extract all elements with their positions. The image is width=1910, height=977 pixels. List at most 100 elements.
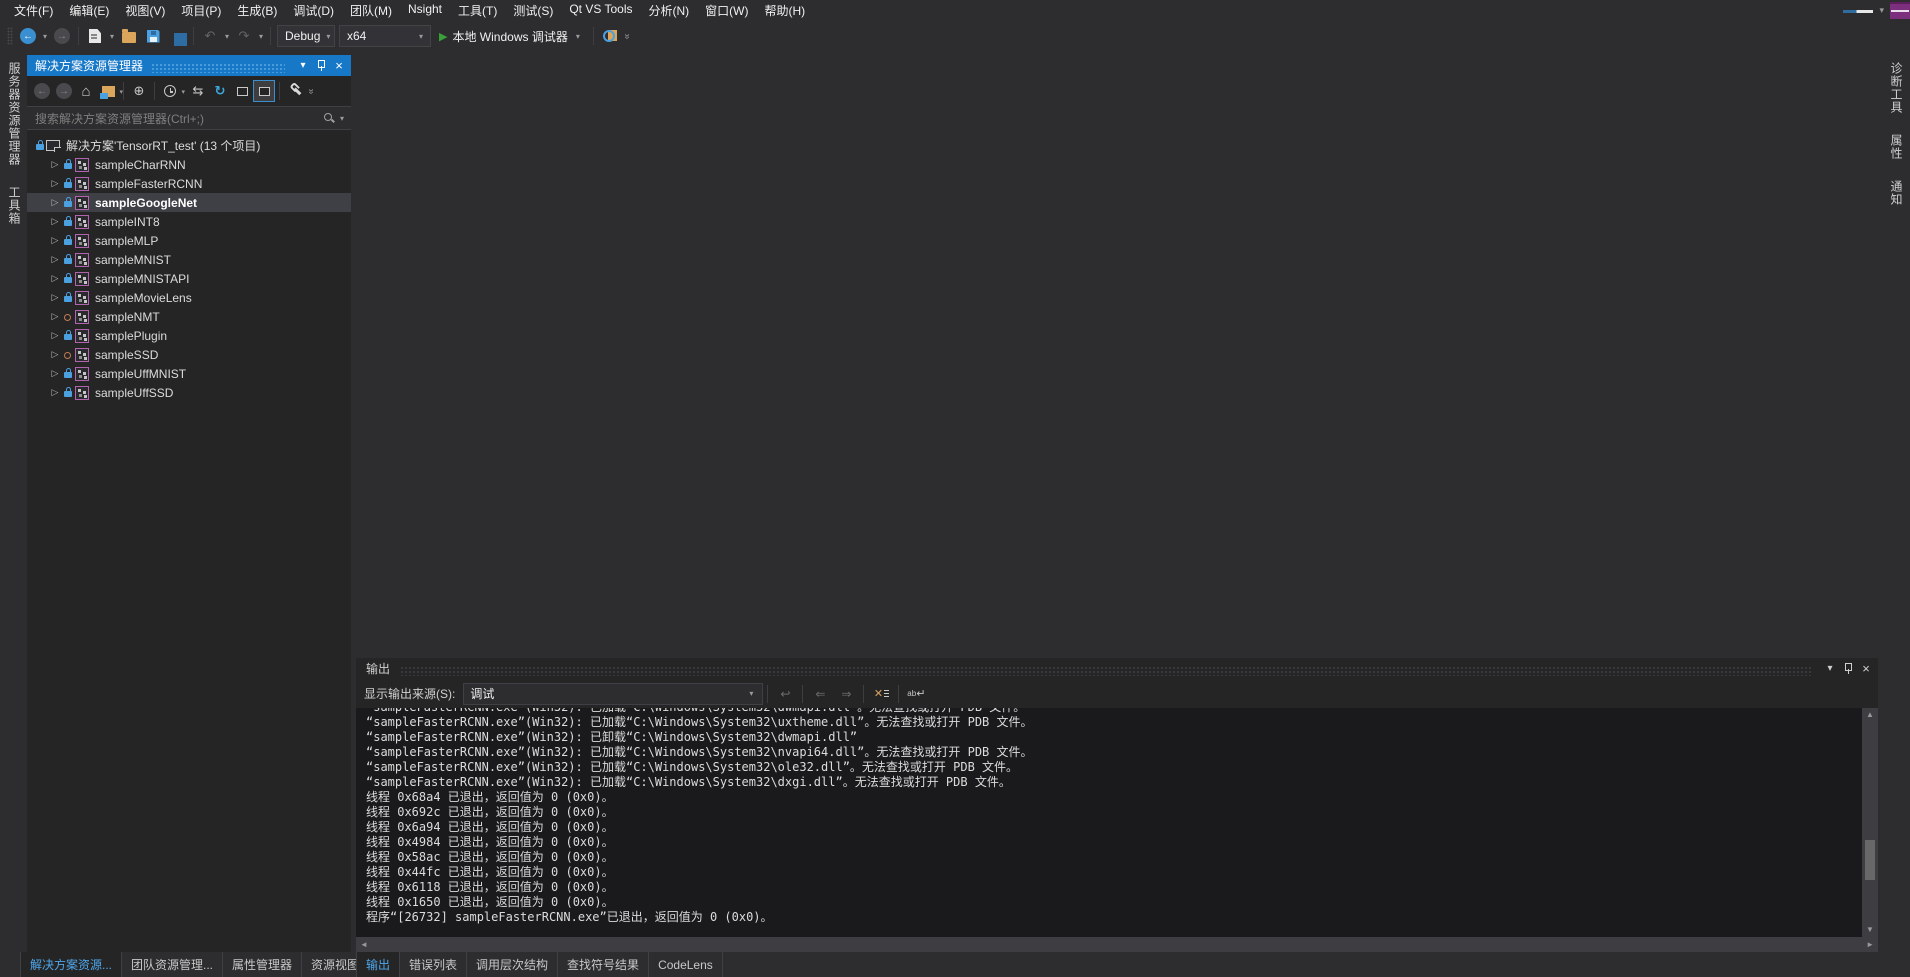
- auto-hide-button[interactable]: [1840, 661, 1856, 677]
- sync-with-active-document-button[interactable]: ⊕: [128, 80, 150, 102]
- window-position-button[interactable]: ▾: [1822, 661, 1838, 677]
- tree-project-row[interactable]: ▷ sampleCharRNN: [27, 155, 351, 174]
- toolbar-overflow-button[interactable]: »: [621, 33, 632, 39]
- expand-arrow-icon[interactable]: ▷: [49, 235, 61, 246]
- close-panel-button[interactable]: ×: [331, 58, 347, 74]
- expand-arrow-icon[interactable]: ▷: [49, 273, 61, 284]
- tree-project-row[interactable]: ▷ sampleSSD: [27, 345, 351, 364]
- menu-item[interactable]: 团队(M): [342, 0, 400, 21]
- open-file-button[interactable]: [118, 24, 140, 48]
- chevron-down-icon[interactable]: ▾: [1877, 5, 1886, 16]
- attach-to-process-button[interactable]: [599, 24, 621, 48]
- drag-handle[interactable]: [400, 666, 1812, 676]
- tree-project-row[interactable]: ▷ sampleMovieLens: [27, 288, 351, 307]
- panel-tab[interactable]: 属性管理器: [223, 952, 302, 977]
- side-tab[interactable]: 属性: [1882, 124, 1910, 170]
- menu-item[interactable]: 生成(B): [229, 0, 285, 21]
- previous-message-button[interactable]: ⇐: [808, 683, 832, 705]
- back-dropdown-caret[interactable]: ▾: [40, 32, 50, 41]
- new-project-dropdown-caret[interactable]: ▾: [107, 32, 117, 41]
- scroll-up-icon[interactable]: ▲: [1866, 708, 1874, 722]
- tree-project-row[interactable]: ▷ sampleGoogleNet: [27, 193, 351, 212]
- pending-changes-filter-button[interactable]: ▾: [159, 80, 181, 102]
- menu-item[interactable]: 项目(P): [173, 0, 229, 21]
- expand-arrow-icon[interactable]: ▷: [49, 216, 61, 227]
- save-button[interactable]: [142, 24, 164, 48]
- expand-arrow-icon[interactable]: ▷: [49, 197, 61, 208]
- scroll-down-icon[interactable]: ▼: [1866, 923, 1874, 937]
- expand-arrow-icon[interactable]: ▷: [49, 159, 61, 170]
- undo-button[interactable]: ↶: [199, 24, 221, 48]
- compare-button[interactable]: ⇆: [187, 80, 209, 102]
- output-source-combobox[interactable]: 调试 ▾: [463, 683, 763, 705]
- menu-item[interactable]: 编辑(E): [61, 0, 117, 21]
- output-title-bar[interactable]: 输出 ▾ ×: [356, 658, 1878, 679]
- expand-arrow-icon[interactable]: ▷: [49, 330, 61, 341]
- panel-tab[interactable]: 解决方案资源...: [20, 952, 122, 977]
- output-log[interactable]: “sampleFasterRCNN.exe”(Win32): 已加载“C:\Wi…: [356, 708, 1862, 937]
- forward-button[interactable]: →: [53, 80, 75, 102]
- refresh-button[interactable]: ↻: [209, 80, 231, 102]
- menu-item[interactable]: 窗口(W): [697, 0, 756, 21]
- vertical-scrollbar[interactable]: ▲ ▼: [1862, 708, 1878, 937]
- navigate-back-button[interactable]: ←: [17, 24, 39, 48]
- expand-arrow-icon[interactable]: ▷: [49, 368, 61, 379]
- menu-item[interactable]: 测试(S): [505, 0, 561, 21]
- collapse-all-button[interactable]: [231, 80, 253, 102]
- expand-arrow-icon[interactable]: ▷: [49, 178, 61, 189]
- menu-item[interactable]: Nsight: [400, 0, 450, 21]
- side-tab[interactable]: 服务器资源管理器: [0, 52, 29, 176]
- toolbar-grip[interactable]: [7, 27, 13, 45]
- tree-project-row[interactable]: ▷ sampleINT8: [27, 212, 351, 231]
- panel-tab[interactable]: 团队资源管理...: [122, 952, 223, 977]
- scroll-left-icon[interactable]: ◄: [360, 940, 368, 949]
- redo-button[interactable]: ↷: [233, 24, 255, 48]
- scrollbar-thumb[interactable]: [1865, 840, 1875, 880]
- navigate-forward-button[interactable]: →: [51, 24, 73, 48]
- undo-dropdown-caret[interactable]: ▾: [222, 32, 232, 41]
- show-all-files-button[interactable]: [253, 80, 275, 102]
- back-button[interactable]: ←: [31, 80, 53, 102]
- expand-arrow-icon[interactable]: ▷: [49, 292, 61, 303]
- tree-project-row[interactable]: ▷ sampleFasterRCNN: [27, 174, 351, 193]
- save-all-button[interactable]: [166, 24, 188, 48]
- goto-message-button[interactable]: ↩: [773, 683, 797, 705]
- scroll-right-icon[interactable]: ►: [1866, 940, 1874, 949]
- menu-item[interactable]: 视图(V): [117, 0, 173, 21]
- clear-all-button[interactable]: [869, 683, 893, 705]
- expand-arrow-icon[interactable]: ▷: [49, 387, 61, 398]
- tree-project-row[interactable]: ▷ sampleUffMNIST: [27, 364, 351, 383]
- panel-tab[interactable]: 查找符号结果: [558, 952, 649, 977]
- minimize-button[interactable]: [1843, 10, 1873, 13]
- properties-button[interactable]: [284, 80, 306, 102]
- toggle-word-wrap-button[interactable]: ab↵: [904, 683, 928, 705]
- menu-item[interactable]: 调试(D): [285, 0, 342, 21]
- search-options-caret[interactable]: ▾: [337, 114, 347, 123]
- search-input[interactable]: 搜索解决方案资源管理器(Ctrl+;) ▾: [27, 107, 351, 129]
- panel-tab[interactable]: CodeLens: [649, 952, 723, 977]
- expand-arrow-icon[interactable]: ▷: [49, 349, 61, 360]
- tree-project-row[interactable]: ▷ sampleMNIST: [27, 250, 351, 269]
- home-button[interactable]: ⌂: [75, 80, 97, 102]
- solution-platform-combobox[interactable]: x64 ▾: [339, 25, 431, 47]
- start-debugging-button[interactable]: ▶ 本地 Windows 调试器 ▾: [433, 24, 589, 48]
- expand-arrow-icon[interactable]: ▷: [49, 311, 61, 322]
- menu-item[interactable]: 工具(T): [450, 0, 505, 21]
- menu-item[interactable]: Qt VS Tools: [561, 0, 640, 21]
- tree-project-row[interactable]: ▷ sampleUffSSD: [27, 383, 351, 402]
- horizontal-scrollbar[interactable]: ◄ ►: [356, 937, 1878, 952]
- tree-project-row[interactable]: ▷ samplePlugin: [27, 326, 351, 345]
- switch-views-button[interactable]: ▾: [97, 80, 119, 102]
- menu-item[interactable]: 分析(N): [640, 0, 697, 21]
- close-panel-button[interactable]: ×: [1858, 661, 1874, 677]
- side-tab[interactable]: 通知: [1882, 170, 1910, 216]
- auto-hide-button[interactable]: [313, 58, 329, 74]
- tree-project-row[interactable]: ▷ sampleNMT: [27, 307, 351, 326]
- tree-project-row[interactable]: ▷ sampleMNISTAPI: [27, 269, 351, 288]
- new-project-button[interactable]: [84, 24, 106, 48]
- next-message-button[interactable]: ⇒: [834, 683, 858, 705]
- window-position-button[interactable]: ▾: [295, 58, 311, 74]
- tree-project-row[interactable]: ▷ sampleMLP: [27, 231, 351, 250]
- side-tab[interactable]: 诊断工具: [1882, 52, 1910, 124]
- side-tab[interactable]: 工具箱: [0, 176, 29, 235]
